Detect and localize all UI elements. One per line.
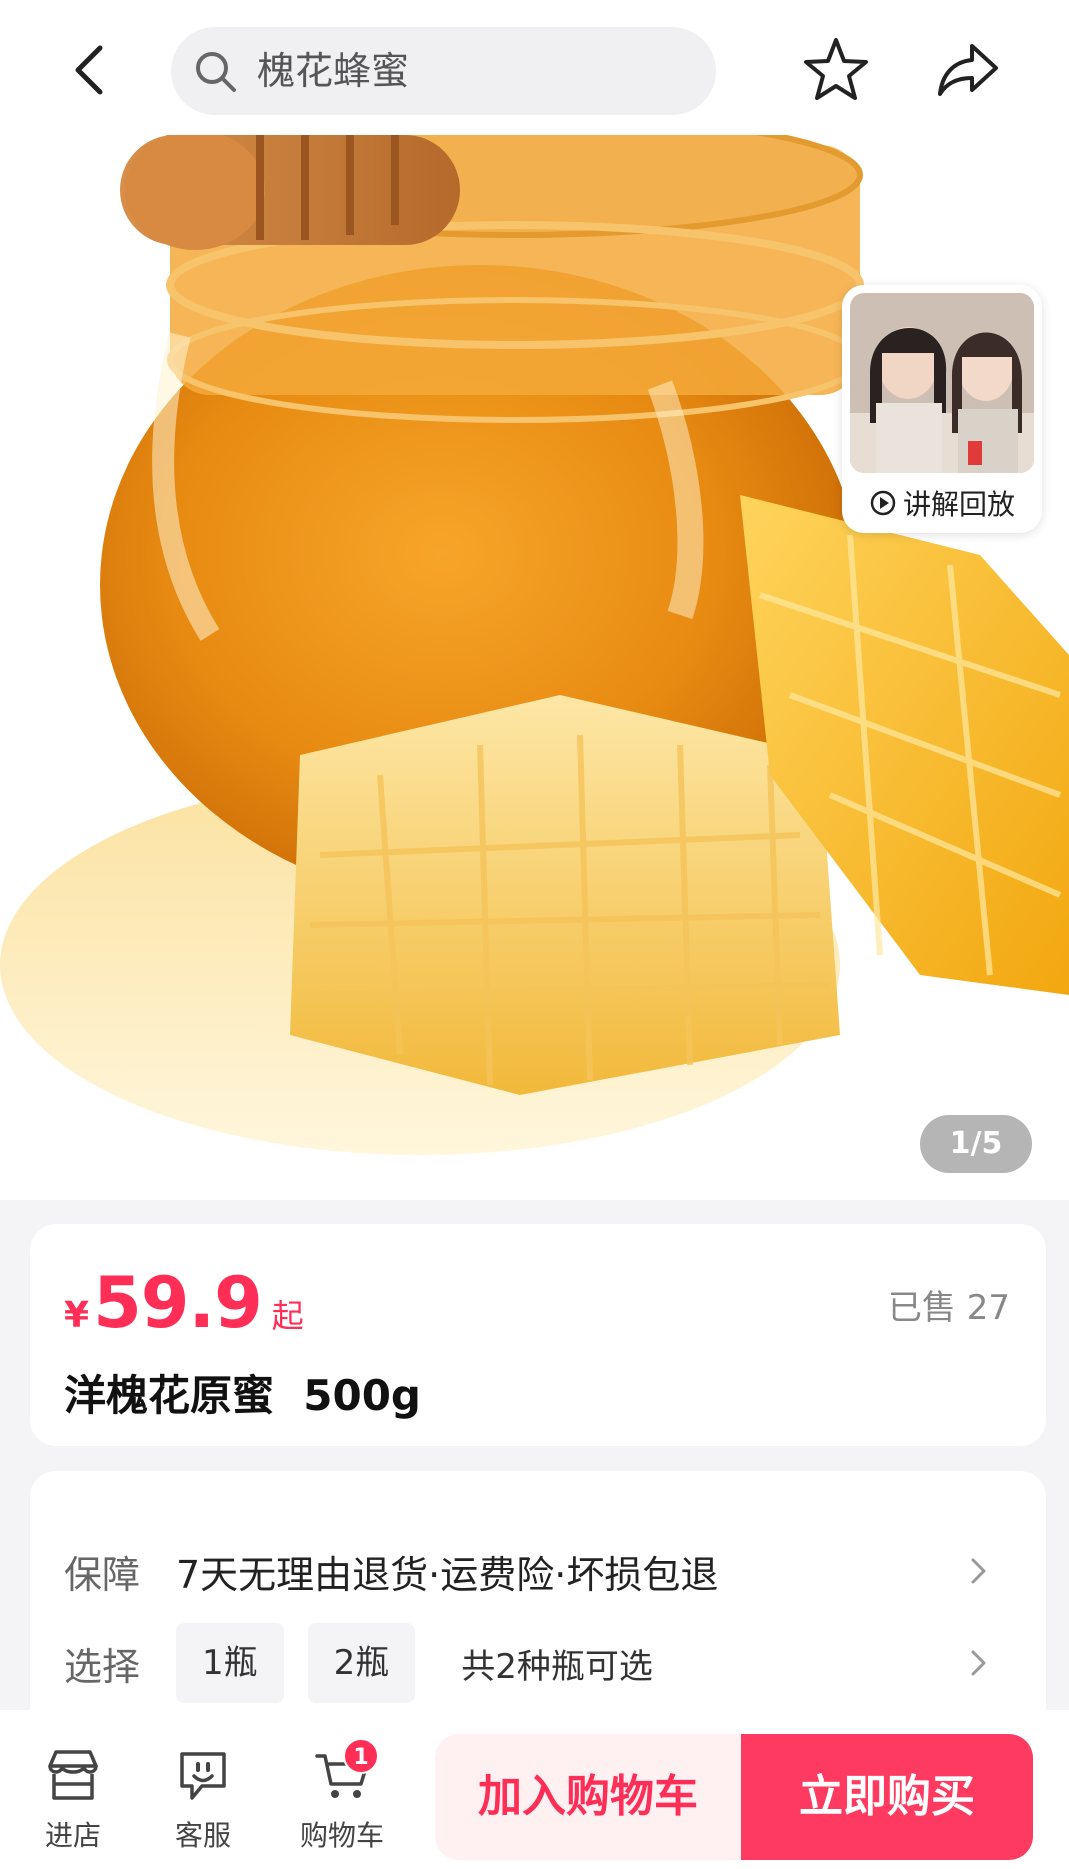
cart-button[interactable]: 1 购物车 (287, 1738, 397, 1854)
shop-button[interactable]: 进店 (18, 1744, 128, 1854)
share-icon (938, 44, 998, 96)
top-bar: 槐花蜂蜜 (0, 0, 1069, 135)
search-icon (196, 52, 236, 92)
customer-service-button[interactable]: 客服 (148, 1744, 258, 1854)
search-bar[interactable]: 槐花蜂蜜 (171, 27, 716, 115)
play-icon (870, 490, 896, 516)
guarantee-value: 7天无理由退货·运费险·坏损包退 (176, 1552, 719, 1597)
bottom-action-bar: 进店 客服 1 购物车 加入购物车 立即购买 (0, 1710, 1069, 1869)
buy-now-button[interactable]: 立即购买 (741, 1734, 1033, 1860)
spec-count: 共2种瓶可选 (461, 1646, 653, 1687)
chat-icon (180, 1752, 226, 1800)
spec-select-row[interactable]: 选择 1瓶 2瓶 共2种瓶可选 (64, 1623, 1024, 1703)
chevron-right-icon (971, 1650, 986, 1676)
search-query: 槐花蜂蜜 (257, 49, 410, 93)
cart-count-badge: 1 (343, 1738, 379, 1774)
spec-option-2[interactable]: 2瓶 (307, 1623, 416, 1703)
spec-option-1[interactable]: 1瓶 (176, 1623, 284, 1703)
service-label: 客服 (174, 1819, 231, 1852)
store-icon (48, 1750, 98, 1800)
back-button[interactable] (62, 40, 122, 100)
image-page-indicator: 1/5 (920, 1115, 1032, 1173)
price-value: 59.9 (93, 1262, 263, 1344)
select-key: 选择 (64, 1644, 141, 1689)
live-replay-label: 讲解回放 (842, 473, 1042, 533)
product-title: 洋槐花原蜜 500g (64, 1371, 421, 1420)
sold-count: 已售 27 (887, 1288, 1010, 1328)
price-row: ¥ 59.9 起 (64, 1262, 304, 1344)
cart-label: 购物车 (299, 1819, 384, 1852)
presenters-image (850, 293, 1034, 473)
live-replay-card[interactable]: 讲解回放 (842, 285, 1042, 533)
guarantee-key: 保障 (64, 1552, 141, 1597)
shop-label: 进店 (44, 1819, 101, 1852)
favorite-button[interactable] (798, 32, 874, 108)
live-replay-text: 讲解回放 (902, 488, 1015, 521)
product-image-carousel[interactable]: 讲解回放 1/5 (0, 135, 1069, 1200)
add-to-cart-button[interactable]: 加入购物车 (435, 1734, 741, 1860)
live-thumbnail (850, 293, 1034, 473)
star-icon (804, 38, 868, 100)
info-card: 保障 7天无理由退货·运费险·坏损包退 选择 1瓶 2瓶 共2种瓶可选 (30, 1471, 1046, 1731)
share-button[interactable] (930, 32, 1006, 108)
price-suffix: 起 (271, 1297, 304, 1335)
back-arrow-icon (75, 45, 103, 95)
guarantee-row[interactable]: 保障 7天无理由退货·运费险·坏损包退 (64, 1531, 1024, 1611)
currency-symbol: ¥ (64, 1295, 90, 1336)
chevron-right-icon (971, 1558, 986, 1584)
price-card: ¥ 59.9 起 已售 27 洋槐花原蜜 500g (30, 1224, 1046, 1446)
